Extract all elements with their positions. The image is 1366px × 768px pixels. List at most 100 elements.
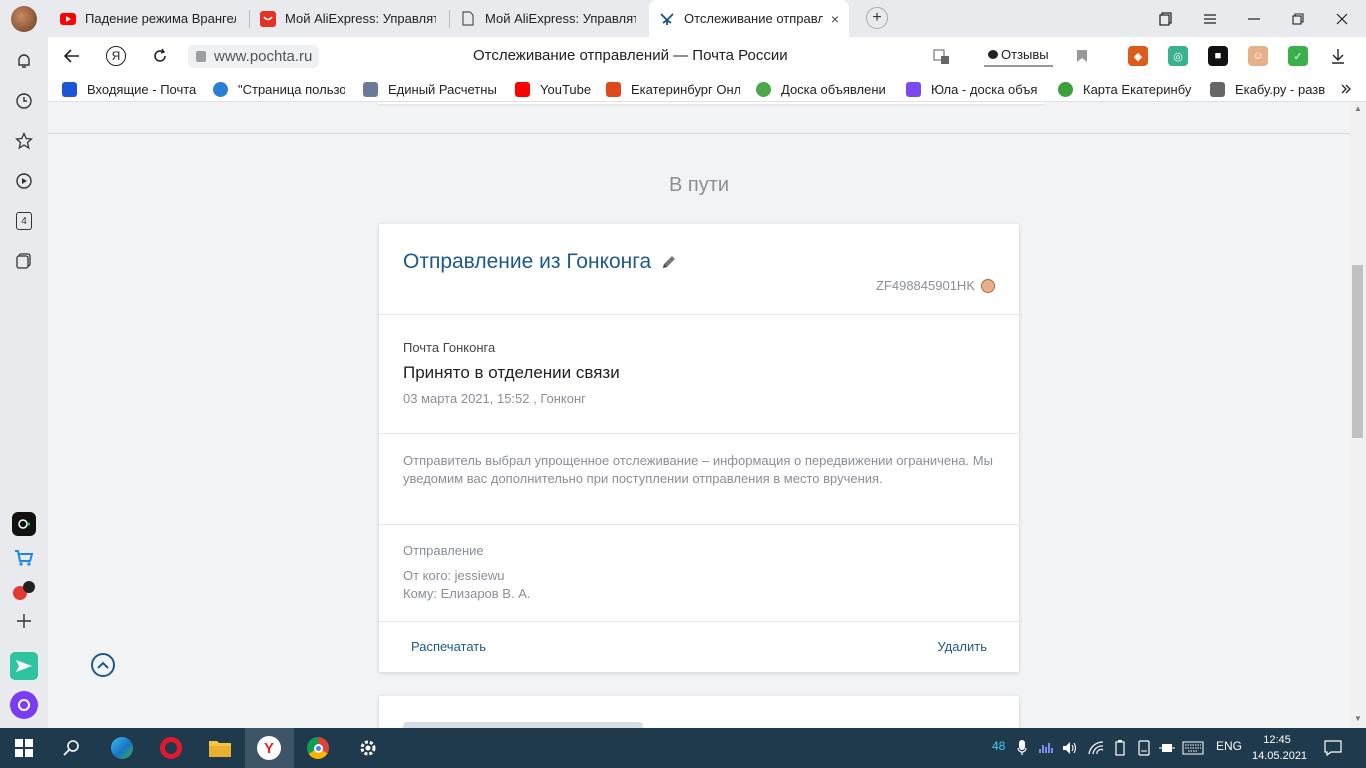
russian-post-icon (659, 11, 675, 27)
bookmarks-bar: Входящие - Почта "Страница пользо Единый… (48, 75, 1366, 102)
settings-gear-icon[interactable] (356, 736, 380, 760)
download-icon[interactable] (1328, 46, 1348, 66)
bookmark-icon[interactable] (1072, 46, 1092, 66)
menu-icon[interactable] (1188, 0, 1232, 37)
user-avatar[interactable] (11, 6, 37, 32)
file-explorer-icon[interactable] (208, 736, 232, 760)
bookmark-item[interactable]: "Страница пользо (213, 80, 345, 98)
scroll-up-arrow-icon[interactable]: ▲ (1354, 104, 1362, 113)
protect-icon[interactable] (932, 46, 952, 66)
avito-icon (756, 81, 771, 97)
opera-icon[interactable] (159, 736, 183, 760)
browser-sidebar: 4 (0, 37, 48, 728)
reviews-button[interactable]: Отзывы (984, 43, 1053, 67)
print-button[interactable]: Распечатать (411, 639, 486, 654)
scroll-to-top-button[interactable] (91, 653, 115, 677)
microphone-icon[interactable] (1010, 736, 1034, 760)
wifi-icon[interactable] (1084, 736, 1108, 760)
url-field[interactable]: www.pochta.ru (188, 45, 320, 68)
close-tab-icon[interactable]: × (831, 11, 839, 27)
globe-icon (213, 81, 228, 97)
bookmark-item[interactable]: Единый Расчетны (363, 80, 498, 98)
delete-button[interactable]: Удалить (937, 639, 987, 654)
bookmark-item[interactable]: Екатеринбург Онл (606, 80, 740, 98)
face-extension-icon[interactable]: ☺ (1248, 46, 1268, 66)
yandex-browser-icon[interactable]: Y (257, 736, 281, 760)
keyboard-icon[interactable] (1181, 736, 1205, 760)
youtube-icon (60, 11, 76, 27)
recipient: Кому: Елизаров В. А. (403, 586, 531, 601)
play-icon[interactable] (12, 169, 36, 193)
collections-icon[interactable] (12, 249, 36, 273)
tab-manager-icon[interactable] (1144, 0, 1188, 37)
bookmark-item[interactable]: Екабу.ру - разв (1210, 80, 1325, 98)
track-number: ZF498845901HK (876, 278, 995, 293)
bookmark-item[interactable]: Карта Екатеринбу (1058, 80, 1192, 98)
search-icon[interactable] (60, 736, 84, 760)
courier-face-icon (981, 278, 995, 293)
tab-label: Отслеживание отправл (684, 11, 823, 26)
tab-youtube-wrangel[interactable]: Падение режима Врангел (50, 0, 246, 37)
close-window-icon[interactable] (1320, 0, 1364, 37)
chevron-up-icon (97, 661, 109, 669)
language-indicator[interactable]: ENG (1216, 739, 1242, 753)
alice-icon[interactable] (10, 691, 38, 719)
tray-badge-count[interactable]: 48 (992, 739, 1005, 753)
network-cable-icon[interactable] (1155, 736, 1179, 760)
counter-icon[interactable]: 4 (12, 209, 36, 233)
glasses-extension-icon[interactable]: ■ (1208, 46, 1228, 66)
windows-start-icon[interactable] (12, 736, 36, 760)
alice-station-icon[interactable] (12, 512, 36, 536)
shipment-title[interactable]: Отправление из Гонконга (403, 250, 677, 274)
bell-icon[interactable] (12, 49, 36, 73)
audio-levels-icon[interactable] (1035, 736, 1059, 760)
back-icon[interactable] (60, 44, 84, 68)
bookmark-item[interactable]: Доска объявлени (756, 80, 892, 98)
yandex-icon: Я (106, 46, 126, 66)
volume-icon[interactable] (1058, 736, 1082, 760)
bookmark-item[interactable]: YouTube (515, 80, 605, 98)
camera-extension-icon[interactable]: ◎ (1168, 46, 1188, 66)
shield-extension-icon[interactable]: ✓ (1288, 46, 1308, 66)
status-datetime: 03 марта 2021, 15:52 , Гонконг (403, 391, 586, 406)
restore-icon[interactable] (1276, 0, 1320, 37)
bookmark-item[interactable]: Входящие - Почта (62, 80, 202, 98)
edge-icon[interactable] (110, 736, 134, 760)
battery-icon[interactable] (1108, 736, 1132, 760)
bookmark-item[interactable]: Юла - доска объя (906, 80, 1042, 98)
history-icon[interactable] (12, 89, 36, 113)
mail-icon (62, 81, 77, 97)
minimize-icon[interactable] (1232, 0, 1276, 37)
cart-icon[interactable] (12, 546, 36, 570)
star-icon[interactable] (12, 129, 36, 153)
page-content: В пути Отправление из Гонконга ZF4988459… (48, 102, 1350, 728)
divider (379, 621, 1019, 622)
tab-pochta-tracking[interactable]: Отслеживание отправл × (649, 0, 849, 37)
chrome-icon[interactable] (306, 736, 330, 760)
reload-icon[interactable] (148, 44, 172, 68)
brave-extension-icon[interactable]: ◆ (1128, 46, 1148, 66)
add-panel-icon[interactable] (12, 609, 36, 633)
tab-label: Мой AliExpress: Управлять (485, 11, 636, 26)
usb-device-icon[interactable] (1132, 736, 1156, 760)
translate-icon[interactable] (12, 578, 36, 602)
pencil-icon[interactable] (661, 254, 677, 270)
notifications-icon[interactable] (1321, 736, 1345, 760)
divider (379, 314, 1019, 315)
system-clock[interactable]: 12:45 14.05.2021 (1252, 732, 1307, 764)
tab-aliexpress-2[interactable]: Мой AliExpress: Управлять (450, 0, 646, 37)
scroll-down-arrow-icon[interactable]: ▼ (1354, 714, 1362, 723)
section-title-in-transit: В пути (668, 174, 730, 196)
new-tab-button[interactable]: + (866, 7, 888, 29)
sender: От кого: jessiewu (403, 568, 505, 583)
send-icon[interactable] (10, 652, 38, 680)
more-bookmarks-icon[interactable] (1340, 80, 1356, 98)
reviews-label: Отзывы (1001, 46, 1049, 62)
scrollbar-thumb[interactable] (1352, 265, 1363, 438)
tab-label: Падение режима Врангел (85, 11, 236, 26)
page-scrollbar[interactable]: ▲ ▼ (1350, 102, 1366, 728)
previous-card-edge (378, 102, 1044, 104)
tab-bar: Падение режима Врангел Мой AliExpress: У… (0, 0, 1366, 37)
yandex-button[interactable]: Я (104, 44, 128, 68)
tab-aliexpress-1[interactable]: Мой AliExpress: Управлять (250, 0, 446, 37)
